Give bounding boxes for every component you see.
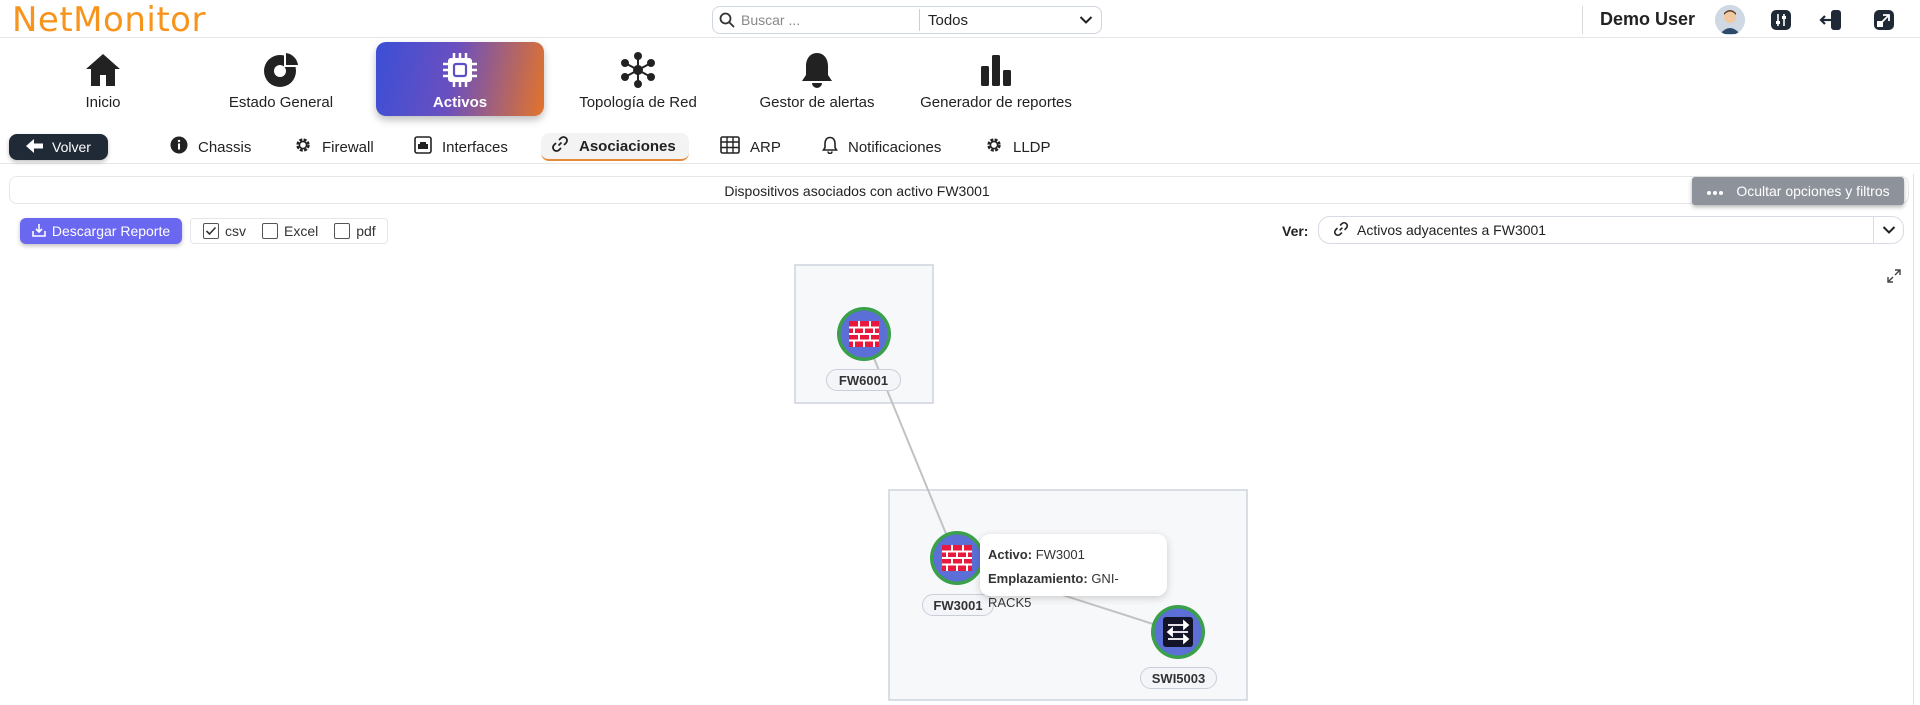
gear-icon [294,136,312,158]
arrow-left-icon [26,138,44,156]
nav-topologia[interactable]: Topología de Red [578,42,698,116]
switch-view-icon[interactable] [1871,7,1897,33]
format-csv[interactable]: csv [203,223,246,239]
user-separator [1582,6,1583,34]
nav-inicio[interactable]: Inicio [44,42,162,116]
back-button[interactable]: Volver [9,134,108,160]
chevron-down-icon[interactable] [1071,7,1101,33]
node-fw3001[interactable] [930,531,984,585]
node-label-fw6001[interactable]: FW6001 [826,369,901,391]
info-icon [170,136,188,158]
format-label: pdf [356,223,376,239]
format-excel[interactable]: Excel [262,223,318,239]
home-icon [84,48,122,92]
network-icon [619,48,657,92]
firewall-icon [848,320,880,348]
search-input[interactable] [741,8,919,32]
node-label-swi5003[interactable]: SWI5003 [1140,667,1217,689]
user-name: Demo User [1600,9,1696,29]
node-tooltip: Activo: FW3001 Emplazamiento: GNI-RACK5 [980,534,1167,610]
node-swi5003[interactable] [1151,605,1205,659]
tooltip-location-row: Emplazamiento: GNI-RACK5 [988,567,1159,615]
more-horizontal-icon [1706,183,1724,199]
nav-gestor-alertas[interactable]: Gestor de alertas [756,42,878,116]
view-label: Ver: [1282,223,1309,239]
hide-options-label: Ocultar opciones y filtros [1736,183,1890,199]
bell-icon [822,136,838,158]
page-title: Dispositivos asociados con activo FW3001 [724,183,990,199]
nav-label: Inicio [85,94,121,111]
format-options: csv Excel pdf [190,218,388,244]
interfaces-icon [414,136,432,158]
tab-label: Chassis [198,138,252,156]
chevron-down-icon[interactable] [1873,217,1903,243]
table-icon [720,136,740,158]
gear-icon [985,136,1003,158]
tab-lldp[interactable]: LLDP [975,133,1061,161]
node-fw6001[interactable] [837,307,891,361]
view-select[interactable]: Activos adyacentes a FW3001 [1318,216,1904,244]
nav-estado-general[interactable]: Estado General [222,42,340,116]
bar-chart-icon [978,48,1014,92]
tab-chassis[interactable]: Chassis [160,133,261,161]
link-icon [1333,221,1349,240]
checkbox-unchecked[interactable] [334,223,351,239]
switch-icon [1163,617,1193,647]
settings-sliders-icon[interactable] [1768,7,1794,33]
checkbox-checked[interactable] [203,223,219,239]
link-icon [551,135,569,157]
asset-tabs: Volver Chassis Firewall Interfaces Asoci… [0,130,1920,164]
nav-label: Topología de Red [579,94,697,111]
view-select-value: Activos adyacentes a FW3001 [1357,222,1547,238]
search-divider [919,9,920,31]
top-bar: NetMonitor Todos Demo User [0,0,1920,39]
format-pdf[interactable]: pdf [334,223,376,239]
firewall-icon [941,544,973,572]
node-label-fw3001[interactable]: FW3001 [922,594,994,616]
tab-interfaces[interactable]: Interfaces [404,133,518,161]
tab-arp[interactable]: ARP [710,133,791,161]
global-search: Todos [712,6,1102,34]
format-label: csv [225,223,246,239]
download-icon [32,223,46,240]
tab-asociaciones[interactable]: Asociaciones [541,133,689,161]
download-report-button[interactable]: Descargar Reporte [20,218,182,244]
tab-label: Notificaciones [848,138,942,156]
app-logo[interactable]: NetMonitor [12,1,206,39]
nav-activos[interactable]: Activos [376,42,544,116]
chip-icon [440,48,480,92]
logout-icon[interactable] [1818,7,1844,33]
tab-label: Asociaciones [579,137,676,155]
nav-label: Generador de reportes [920,94,1072,111]
tooltip-asset-label: Activo: [988,547,1033,562]
info-bar: Dispositivos asociados con activo FW3001… [9,176,1909,205]
avatar[interactable] [1715,5,1745,35]
tooltip-asset-value: FW3001 [1035,547,1085,562]
checkbox-unchecked[interactable] [262,223,278,239]
nav-label: Estado General [228,94,334,111]
association-graph [794,264,1248,701]
tab-notificaciones[interactable]: Notificaciones [812,133,951,161]
tooltip-location-label: Emplazamiento: [988,571,1088,586]
tab-firewall[interactable]: Firewall [284,133,384,161]
pie-chart-icon [262,48,300,92]
tab-label: ARP [750,138,781,156]
nav-label: Gestor de alertas [759,94,875,111]
tab-label: Interfaces [442,138,508,156]
search-scope-select[interactable]: Todos [928,12,1071,29]
bell-icon [800,48,834,92]
tab-label: LLDP [1013,138,1051,156]
search-icon [713,7,741,33]
tooltip-asset-row: Activo: FW3001 [988,543,1159,567]
hide-options-button[interactable]: Ocultar opciones y filtros [1692,177,1904,205]
main-navigation: Inicio Estado General Activos Topología … [0,40,1920,120]
back-label: Volver [52,139,91,155]
tab-label: Firewall [322,138,374,156]
format-label: Excel [284,223,319,239]
nav-label: Activos [432,94,488,111]
nav-generador-reportes[interactable]: Generador de reportes [920,42,1072,116]
download-label: Descargar Reporte [51,223,171,239]
